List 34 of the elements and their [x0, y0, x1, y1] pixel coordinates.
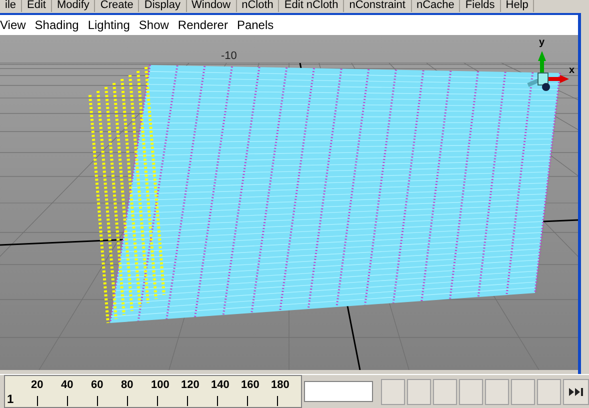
- skip-to-end-icon: [569, 388, 583, 396]
- frame-number: 180: [271, 378, 290, 393]
- panel-menu-item[interactable]: Shading: [34, 16, 88, 34]
- menu-item[interactable]: Create: [95, 0, 140, 12]
- panel-menu-item[interactable]: Lighting: [88, 16, 139, 34]
- menu-item[interactable]: Window: [186, 0, 237, 12]
- axis-label: y: [539, 36, 545, 50]
- frame-number: 120: [181, 378, 200, 393]
- menu-item[interactable]: Modify: [52, 0, 96, 12]
- frame-number: 140: [211, 378, 230, 393]
- frame-number: 100: [151, 378, 170, 393]
- frame-number: 60: [91, 378, 104, 393]
- frame-field[interactable]: [304, 381, 373, 402]
- panel-menu-item[interactable]: Panels: [236, 16, 283, 34]
- panel-menu-item[interactable]: View: [0, 16, 35, 34]
- panel-menu-item[interactable]: Renderer: [178, 16, 237, 34]
- panel-menu-item[interactable]: Show: [138, 16, 178, 34]
- frame-number: 20: [31, 378, 44, 393]
- axis-label: x: [569, 64, 575, 78]
- grid-label: -10: [221, 49, 237, 64]
- menu-item[interactable]: Display: [139, 0, 186, 12]
- menu-item[interactable]: Edit nCloth: [279, 0, 344, 12]
- menu-item[interactable]: nConstraint: [344, 0, 412, 12]
- frame-number: 40: [61, 378, 74, 393]
- frame-number: 1: [7, 391, 14, 408]
- menu-item[interactable]: nCloth: [236, 0, 280, 12]
- playback-button[interactable]: [563, 378, 589, 404]
- frame-number: 160: [241, 378, 260, 393]
- menu-item[interactable]: Help: [500, 0, 534, 12]
- menu-item[interactable]: Fields: [460, 0, 501, 12]
- menu-item[interactable]: ile: [0, 0, 22, 12]
- menu-item[interactable]: Edit: [22, 0, 52, 12]
- menu-item[interactable]: nCache: [412, 0, 460, 12]
- frame-number: 80: [121, 378, 134, 393]
